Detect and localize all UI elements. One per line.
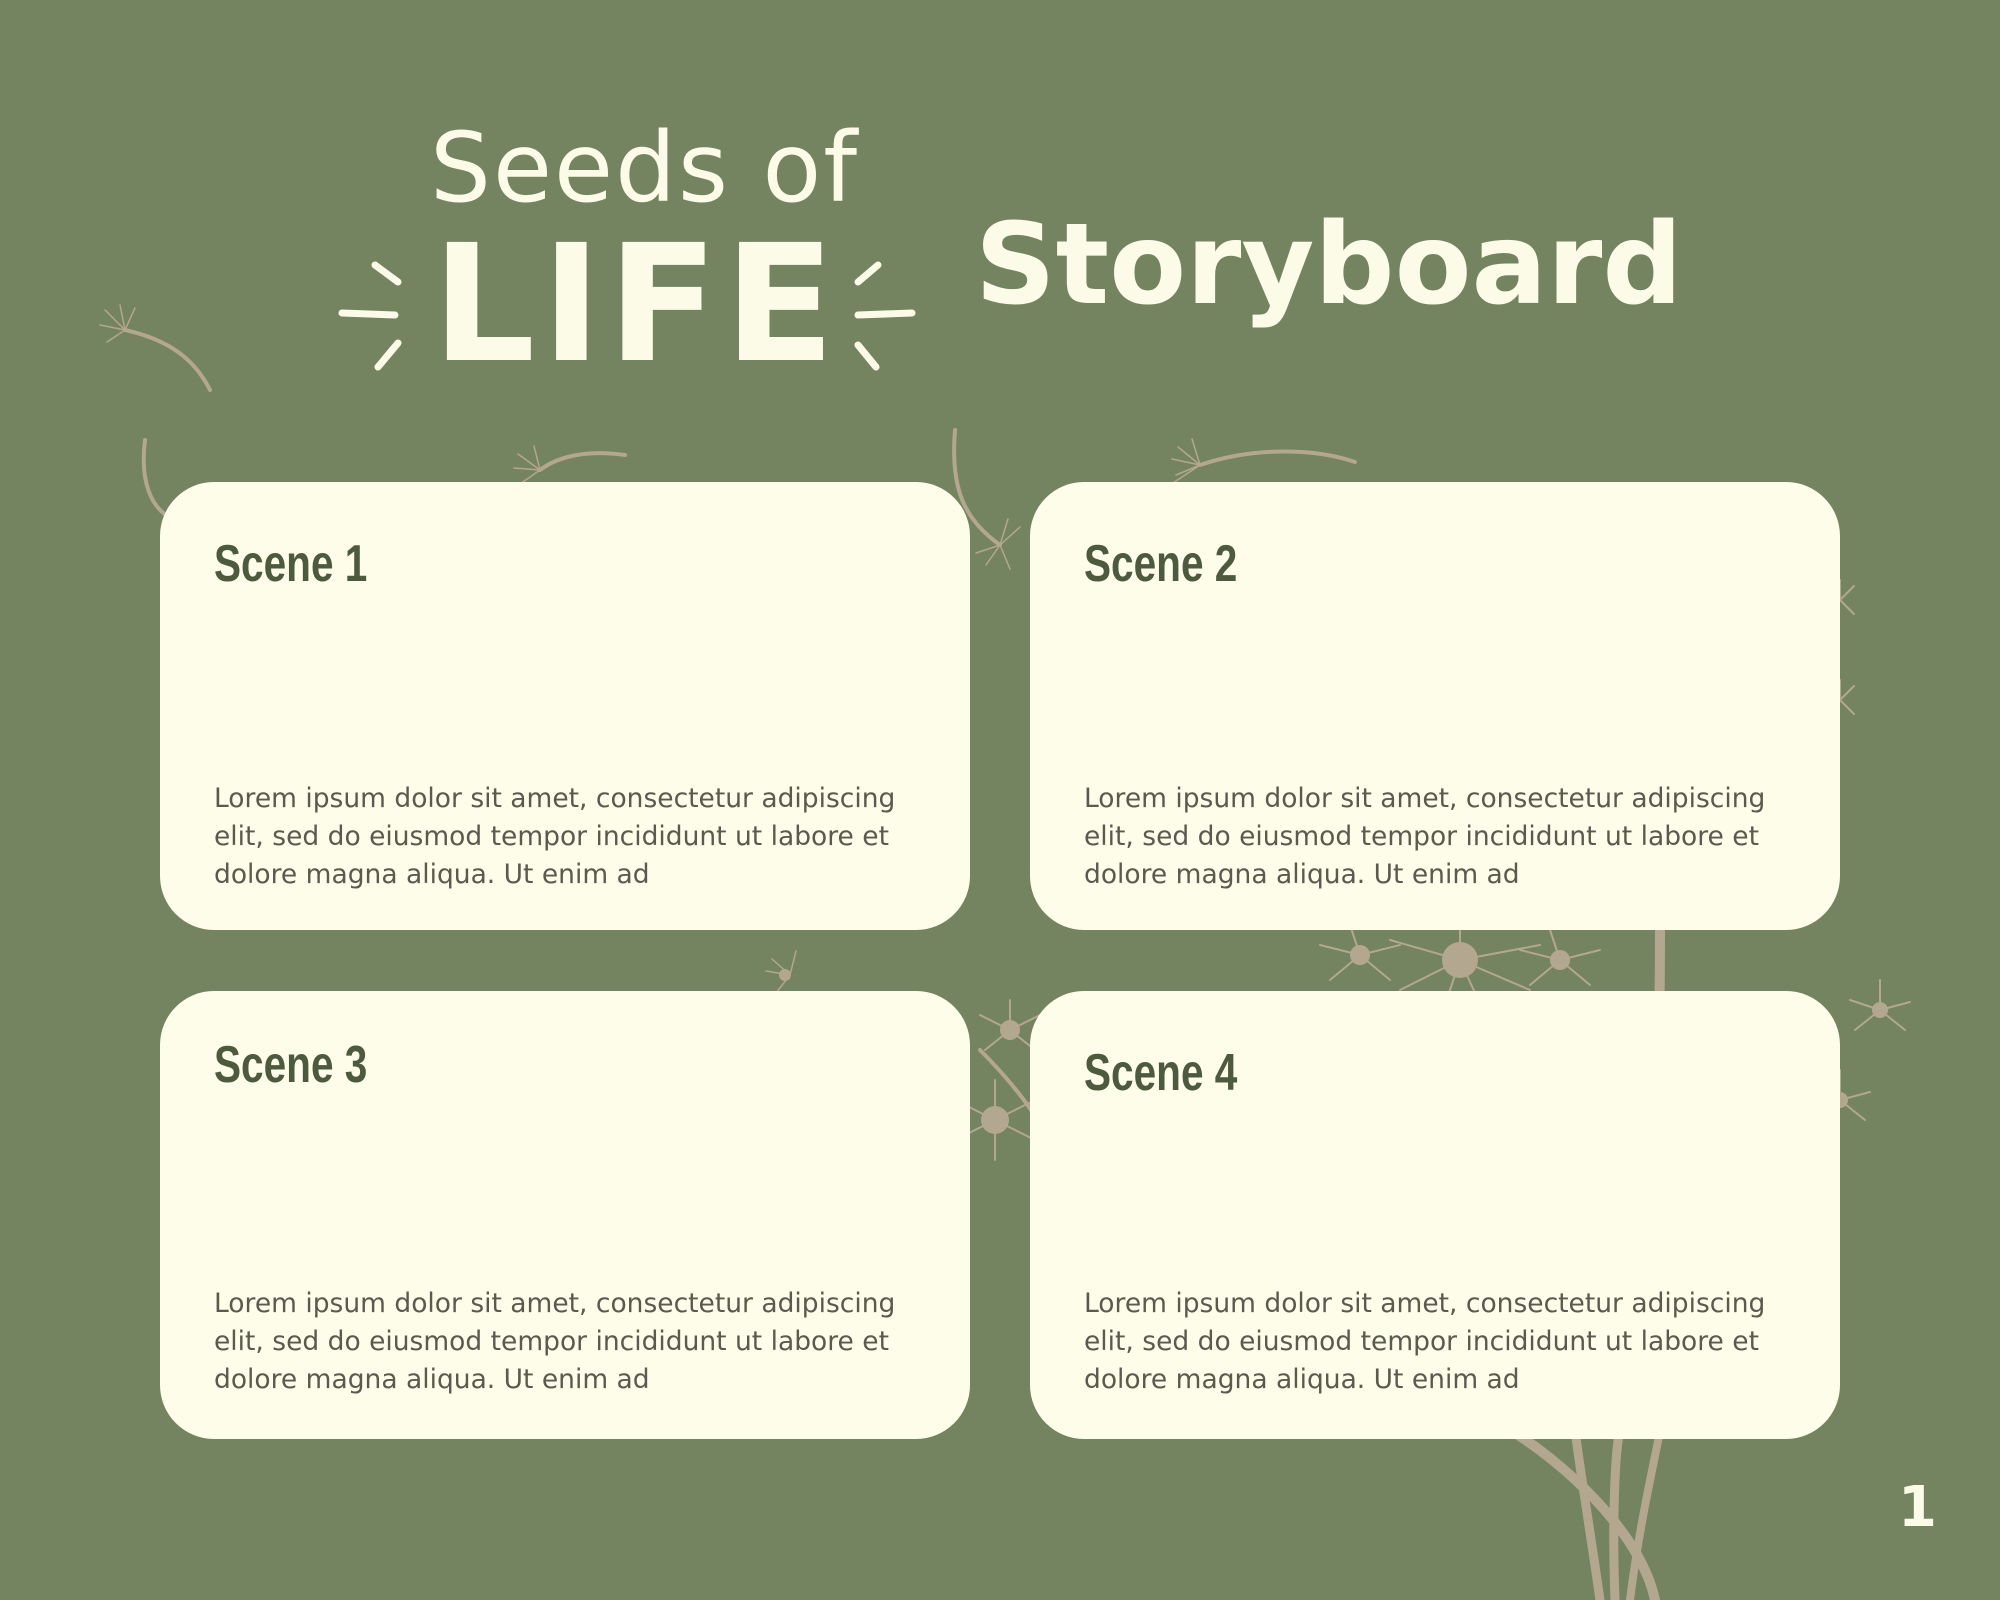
scene-description: Lorem ipsum dolor sit amet, consectetur …: [214, 783, 896, 890]
title-life: LIFE: [432, 211, 841, 399]
scene-description: Lorem ipsum dolor sit amet, consectetur …: [214, 1288, 896, 1395]
scene-card-3[interactable]: Scene 3 Lorem ipsum dolor sit amet, cons…: [160, 991, 970, 1439]
scene-card-1[interactable]: Scene 1 Lorem ipsum dolor sit amet, cons…: [160, 482, 970, 930]
scene-description: Lorem ipsum dolor sit amet, consectetur …: [1084, 1288, 1766, 1395]
scene-card-4[interactable]: Scene 4 Lorem ipsum dolor sit amet, cons…: [1030, 991, 1840, 1439]
title-seeds-of: Seeds of: [430, 112, 860, 224]
scene-description: Lorem ipsum dolor sit amet, consectetur …: [1084, 783, 1766, 890]
page-number: 1: [1898, 1475, 1937, 1540]
title-storyboard: Storyboard: [975, 200, 1683, 330]
scene-card-2[interactable]: Scene 2 Lorem ipsum dolor sit amet, cons…: [1030, 482, 1840, 930]
scene-title: Scene 3: [214, 1036, 368, 1094]
scene-title: Scene 4: [1084, 1044, 1238, 1102]
storyboard-page: Seeds of LIFE Storyboard Scene 1 Lorem i…: [0, 0, 2000, 1600]
scene-title: Scene 1: [214, 535, 368, 593]
scene-title: Scene 2: [1084, 535, 1238, 593]
